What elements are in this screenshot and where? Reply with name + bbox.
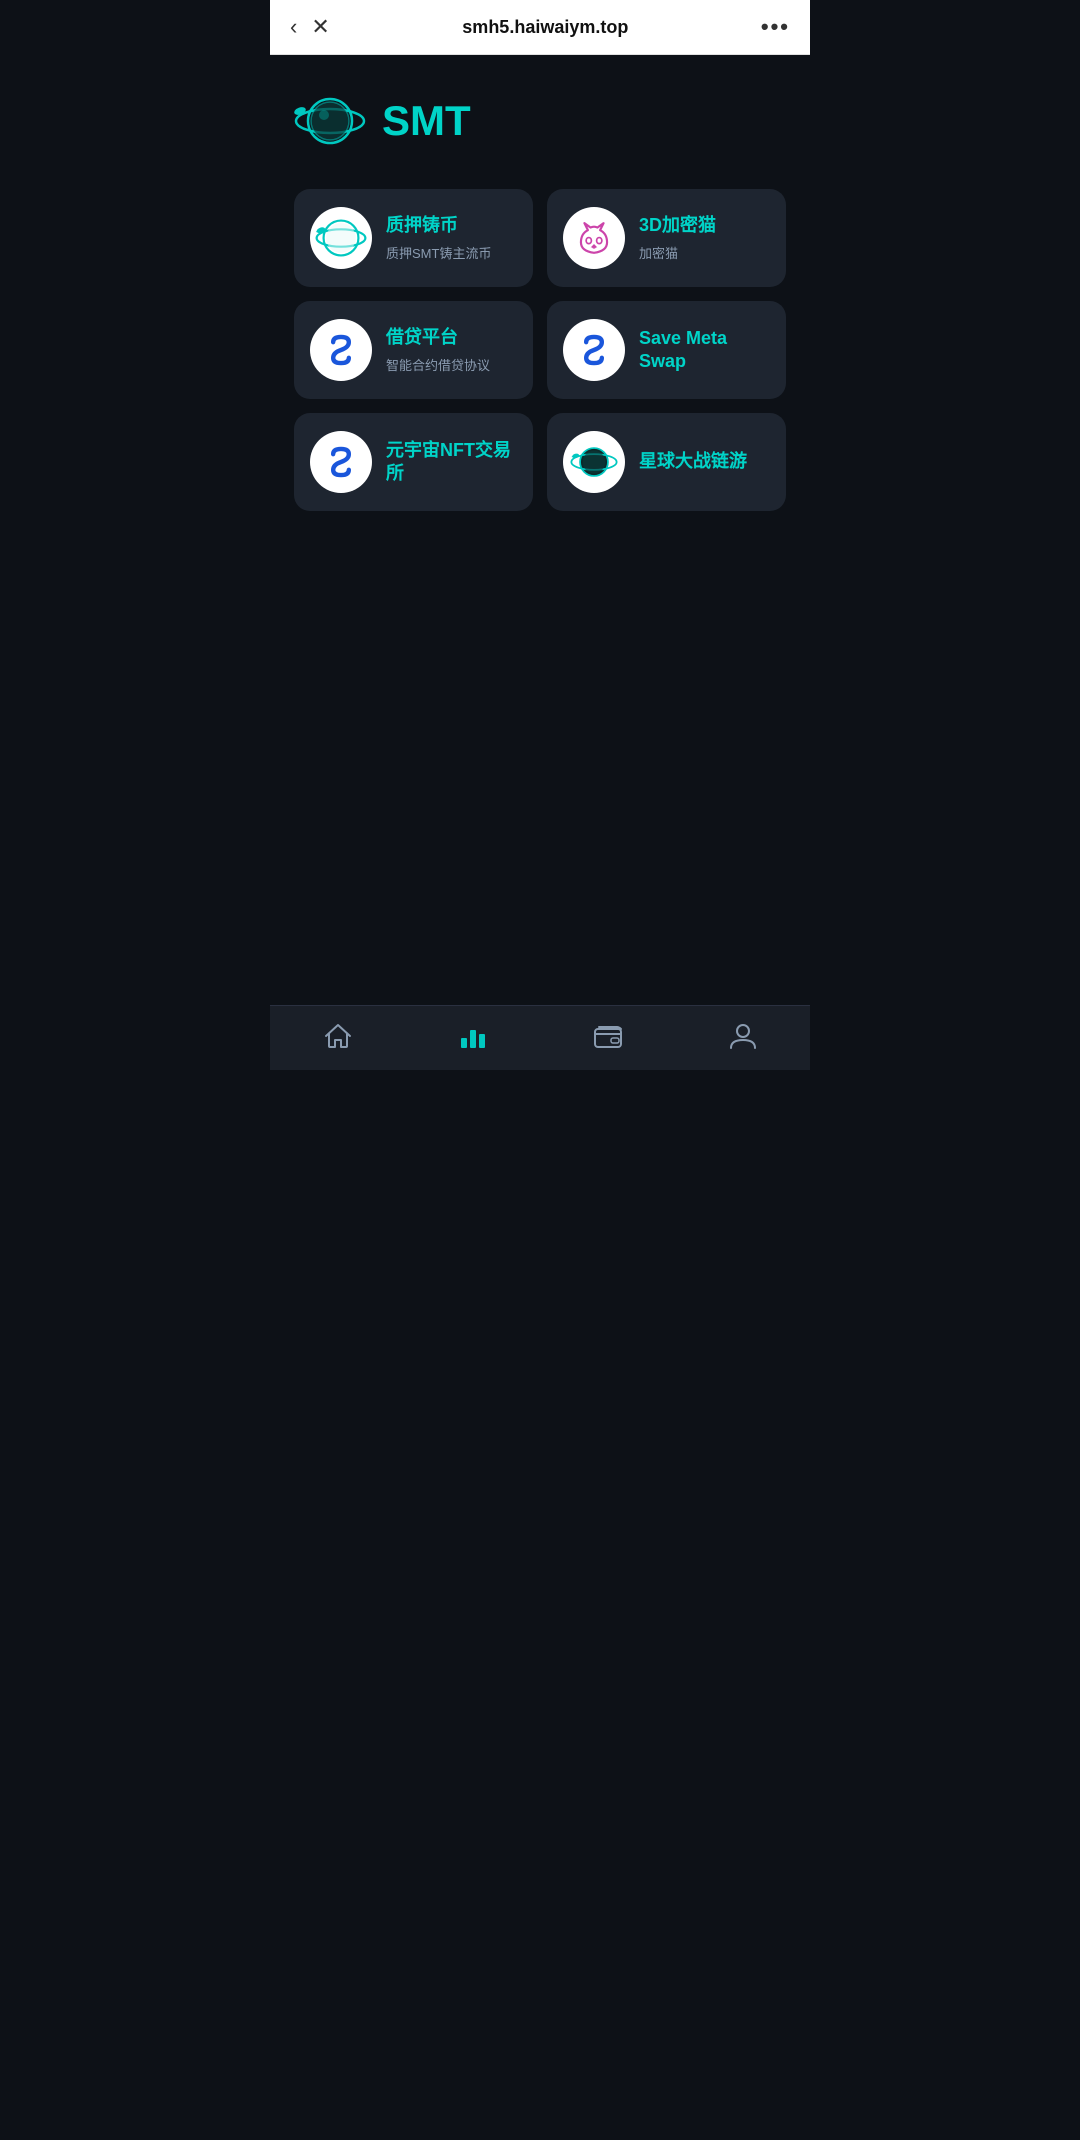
card-text-save-meta-swap: Save Meta Swap bbox=[639, 327, 770, 374]
card-icon-3d-cat bbox=[563, 207, 625, 269]
card-subtitle-3d-cat: 加密猫 bbox=[639, 243, 716, 262]
card-3d-cat[interactable]: 3D加密猫 加密猫 bbox=[547, 189, 786, 287]
card-title-3d-cat: 3D加密猫 bbox=[639, 214, 716, 237]
card-text-star-wars: 星球大战链游 bbox=[639, 450, 747, 473]
card-icon-save-meta-swap bbox=[563, 319, 625, 381]
more-button[interactable]: ••• bbox=[761, 14, 790, 40]
main-content: SMT 质押铸币 质押SMT铸主流币 bbox=[270, 55, 810, 1005]
card-icon-nft-exchange bbox=[310, 431, 372, 493]
browser-nav: ‹ ✕ bbox=[290, 14, 330, 40]
browser-bar: ‹ ✕ smh5.haiwaiym.top ••• bbox=[270, 0, 810, 55]
card-text-3d-cat: 3D加密猫 加密猫 bbox=[639, 214, 716, 261]
card-subtitle-lending: 智能合约借贷协议 bbox=[386, 355, 490, 374]
card-title-save-meta-swap: Save Meta Swap bbox=[639, 327, 770, 374]
card-save-meta-swap[interactable]: Save Meta Swap bbox=[547, 301, 786, 399]
header: SMT bbox=[294, 85, 786, 157]
logo-icon bbox=[294, 85, 366, 157]
card-star-wars[interactable]: 星球大战链游 bbox=[547, 413, 786, 511]
card-title-lending: 借贷平台 bbox=[386, 326, 490, 349]
cards-grid: 质押铸币 质押SMT铸主流币 bbox=[294, 189, 786, 511]
nav-home[interactable] bbox=[270, 1020, 405, 1052]
card-lending[interactable]: 借贷平台 智能合约借贷协议 bbox=[294, 301, 533, 399]
nav-profile[interactable] bbox=[675, 1020, 810, 1052]
card-text-nft-exchange: 元宇宙NFT交易所 bbox=[386, 439, 517, 486]
page-title: SMT bbox=[382, 97, 471, 145]
back-button[interactable]: ‹ bbox=[290, 14, 297, 40]
card-subtitle-pledge-mint: 质押SMT铸主流币 bbox=[386, 243, 491, 262]
bottom-nav bbox=[270, 1005, 810, 1070]
card-title-star-wars: 星球大战链游 bbox=[639, 450, 747, 473]
card-nft-exchange[interactable]: 元宇宙NFT交易所 bbox=[294, 413, 533, 511]
card-text-pledge-mint: 质押铸币 质押SMT铸主流币 bbox=[386, 214, 491, 261]
close-button[interactable]: ✕ bbox=[311, 14, 329, 40]
card-pledge-mint[interactable]: 质押铸币 质押SMT铸主流币 bbox=[294, 189, 533, 287]
card-title-pledge-mint: 质押铸币 bbox=[386, 214, 491, 237]
card-icon-pledge-mint bbox=[310, 207, 372, 269]
card-icon-lending bbox=[310, 319, 372, 381]
nav-wallet[interactable] bbox=[540, 1020, 675, 1052]
url-bar[interactable]: smh5.haiwaiym.top bbox=[346, 17, 745, 38]
nav-chart[interactable] bbox=[405, 1020, 540, 1052]
card-text-lending: 借贷平台 智能合约借贷协议 bbox=[386, 326, 490, 373]
card-icon-star-wars bbox=[563, 431, 625, 493]
card-title-nft-exchange: 元宇宙NFT交易所 bbox=[386, 439, 517, 486]
